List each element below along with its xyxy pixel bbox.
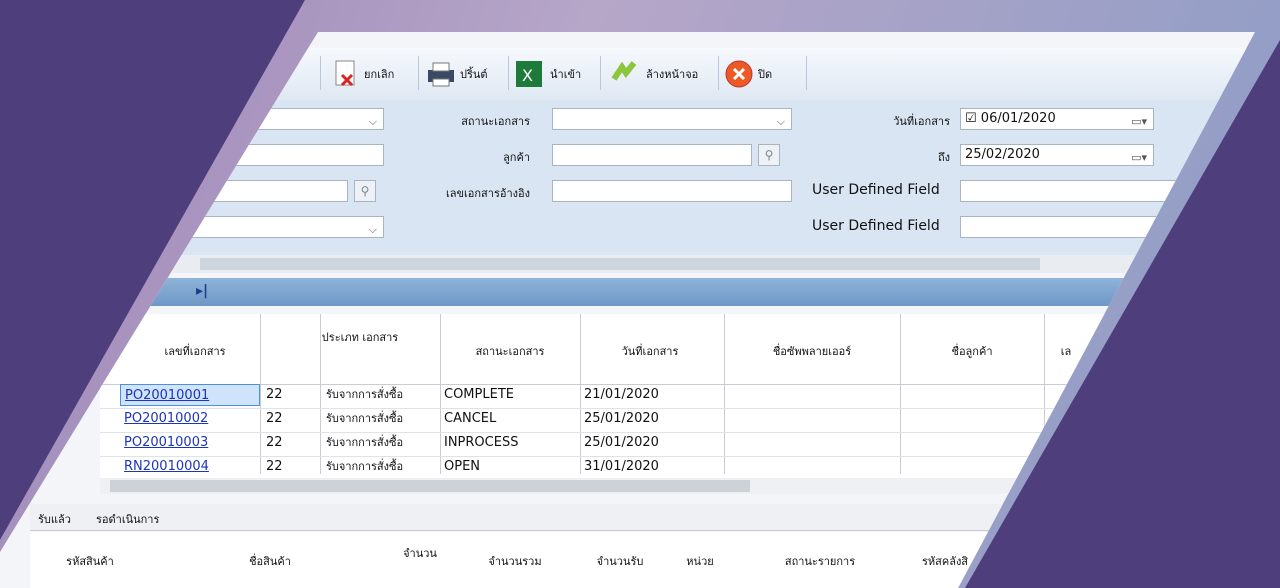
refresh-icon [611,61,637,81]
last-page-icon[interactable]: ▸| [196,283,208,299]
cancel-label: ยกเลิก [364,68,395,81]
close-icon [725,60,753,88]
toolbar-separator [806,56,807,90]
col-header-received-qty[interactable]: จำนวนรับ [580,552,660,570]
col-header-total-qty[interactable]: จำนวนรวม [450,552,580,570]
type-cell: รับจากการสั่งซื้อ [326,412,404,425]
udf1-input[interactable] [960,180,1255,202]
udf2-input[interactable] [960,216,1255,238]
col-header-supplier[interactable]: ชื่อซัพพลายเออร์ [724,342,900,360]
import-label: นำเข้า [550,68,582,81]
print-label: ปริ้นต์ [460,68,488,81]
detail-grid: รหัสสินค้า ชื่อสินค้า จำนวน จำนวนรวม จำน… [30,532,1255,588]
num-cell: 22 [266,459,283,474]
customer-search-icon[interactable]: ⚲ [758,144,780,166]
col-header-doc-no[interactable]: เลขที่เอกสาร [130,342,260,360]
cancel-button[interactable]: ยกเลิก [332,58,394,90]
toolbar: อก ยกเลิก ปริ้นต์ X นำเข้า ล้างหน้าจอ ปิ… [250,48,1255,101]
print-button[interactable]: ปริ้นต์ [426,58,488,90]
status-cell: CANCEL [444,411,497,426]
close-button[interactable]: ปิด [724,58,772,90]
app-screen: อก ยกเลิก ปริ้นต์ X นำเข้า ล้างหน้าจอ ปิ… [0,32,1255,588]
left-input-1[interactable] [150,144,384,166]
col-header-unit[interactable]: หน่วย [660,552,740,570]
cancel-doc-icon [335,60,355,87]
col-header-doc-date[interactable]: วันที่เอกสาร [580,342,720,360]
doc-date-picker[interactable]: ☑ 06/01/2020 ▭▾ [960,108,1154,130]
tab-pending[interactable]: รอดำเนินการ [96,510,159,528]
date-cell: 25/01/2020 [584,435,659,450]
status-cell: COMPLETE [444,387,514,402]
toolbar-separator [718,56,719,90]
customer-input[interactable] [552,144,752,166]
ref-doc-label: เลขเอกสารอ้างอิง [446,187,530,200]
toolbar-separator [600,56,601,90]
date-cell: 21/01/2020 [584,387,659,402]
doc-date-label: วันที่เอกสาร [893,115,950,128]
num-cell: 22 [266,411,283,426]
close-label: ปิด [758,68,773,81]
filter-panel: ⌵ ⚲ ⌵ สถานะเอกสาร ⌵ ลูกค้า ⚲ เลขเอกสารอ้… [150,100,1255,255]
checkbox-icon[interactable]: ☑ [965,111,977,126]
to-date-value: 25/02/2020 [965,147,1040,162]
chevron-down-icon: ⌵ [776,115,785,128]
grid-scrollbar[interactable] [100,478,1100,494]
ref-doc-input[interactable] [552,180,792,202]
num-cell: 22 [266,435,283,450]
detail-tabs: รับแล้ว รอดำเนินการ [30,504,1255,531]
doc-status-label: สถานะเอกสาร [461,115,530,128]
type-cell: รับจากการสั่งซื้อ [326,460,404,473]
toolbar-separator [320,56,321,90]
status-cell: INPROCESS [444,435,519,450]
udf2-label: User Defined Field [812,218,940,234]
clear-screen-button[interactable]: ล้างหน้าจอ [610,58,698,90]
status-cell: OPEN [444,459,481,474]
col-header-product-name[interactable]: ชื่อสินค้า [150,552,390,570]
udf1-label: User Defined Field [812,182,940,198]
type-cell: รับจากการสั่งซื้อ [326,436,404,449]
clear-screen-label: ล้างหน้าจอ [646,68,699,81]
doc-no-link[interactable]: PO20010003 [124,432,208,454]
col-header-item-status[interactable]: สถานะรายการ [750,552,890,570]
doc-date-value: 06/01/2020 [980,111,1056,126]
date-cell: 31/01/2020 [584,459,659,474]
col-header-qty[interactable]: จำนวน [390,544,450,562]
doc-no-link[interactable]: PO20010001 [120,384,260,406]
col-header-customer[interactable]: ชื่อลูกค้า [900,342,1044,360]
left-input-2[interactable] [150,180,348,202]
type-cell: รับจากการสั่งซื้อ [326,388,404,401]
col-header-partial[interactable]: เล [1046,342,1086,360]
svg-text:X: X [522,66,533,85]
calendar-icon[interactable]: ▭▾ [1131,148,1147,168]
chevron-down-icon: ⌵ [368,223,377,236]
doc-no-link[interactable]: PO20010002 [124,408,208,430]
scrollbar-thumb[interactable] [200,258,1040,270]
date-cell: 25/01/2020 [584,411,659,426]
col-header-product-code[interactable]: รหัสสินค้า [30,552,150,570]
col-header-doc-type[interactable]: ประเภท เอกสาร [320,328,400,346]
tab-received[interactable]: รับแล้ว [38,510,71,528]
toolbar-separator [508,56,509,90]
toolbar-separator [418,56,419,90]
left-search-icon[interactable]: ⚲ [354,180,376,202]
customer-label: ลูกค้า [503,151,530,164]
import-button[interactable]: X นำเข้า [514,58,581,90]
col-header-doc-status[interactable]: สถานะเอกสาร [440,342,580,360]
doc-status-dropdown[interactable]: ⌵ [552,108,792,130]
filter-scrollbar[interactable] [150,255,1255,273]
grid-nav-bar: ▸| [150,278,1255,306]
calendar-icon[interactable]: ▭▾ [1131,112,1147,132]
excel-icon: X [516,61,542,87]
num-cell: 22 [266,387,283,402]
to-date-picker[interactable]: 25/02/2020 ▭▾ [960,144,1154,166]
doc-no-link[interactable]: RN20010004 [124,456,209,478]
printer-icon [428,62,454,87]
chevron-down-icon: ⌵ [368,115,377,128]
scrollbar-thumb[interactable] [110,480,750,492]
to-label: ถึง [937,151,950,164]
